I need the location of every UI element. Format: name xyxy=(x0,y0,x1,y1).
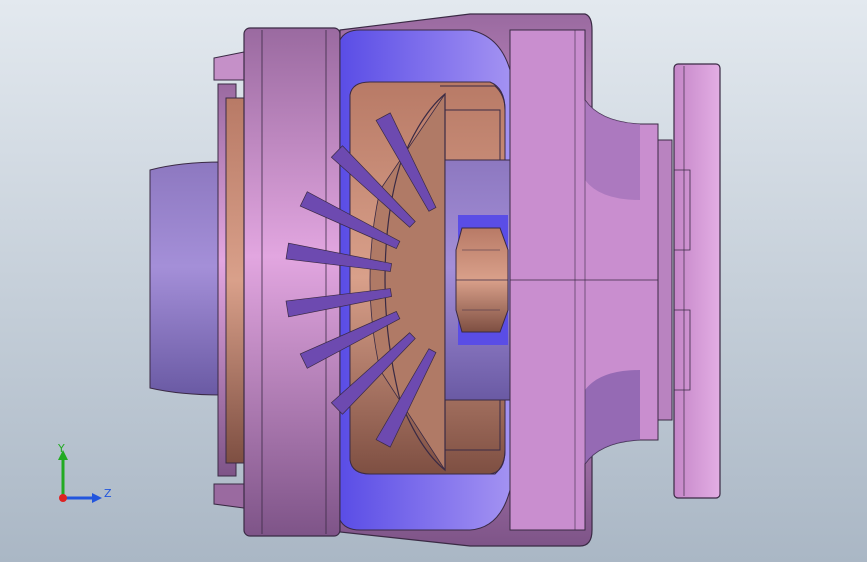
alternator-model[interactable] xyxy=(0,0,867,562)
shaft-and-nut xyxy=(444,159,511,401)
graphics-viewport[interactable]: Y Z xyxy=(0,0,867,562)
main-housing xyxy=(243,27,341,537)
x-axis-dot-icon xyxy=(59,494,67,502)
y-axis-label: Y xyxy=(57,442,65,455)
orientation-triad: Y Z xyxy=(57,442,112,503)
z-arrow-head-icon xyxy=(92,493,102,503)
z-axis-label: Z xyxy=(104,487,112,500)
